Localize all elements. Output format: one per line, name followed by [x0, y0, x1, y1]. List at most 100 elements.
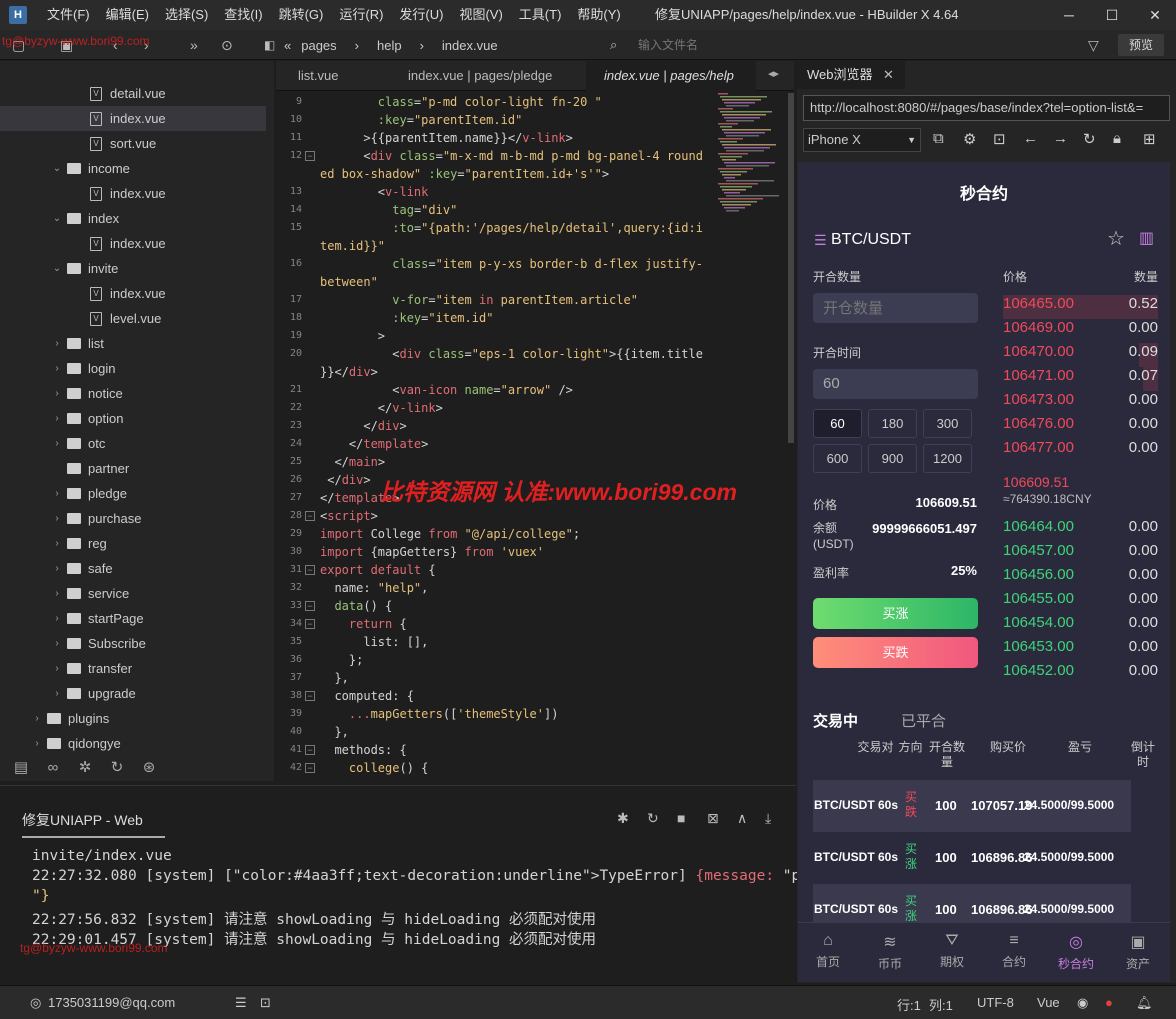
bell-icon[interactable]: 🔔︎ [1136, 995, 1153, 1011]
chevron-right-icon[interactable]: › [50, 388, 64, 399]
more-icon[interactable]: » [190, 37, 198, 53]
device-select[interactable]: iPhone X ▼ [803, 128, 921, 152]
clear-icon[interactable]: ⊠ [707, 810, 719, 827]
account-email[interactable]: 1735031199@qq.com [48, 995, 175, 1010]
menu-item[interactable]: 查找(I) [216, 0, 270, 30]
chevron-right-icon[interactable]: › [50, 663, 64, 674]
tab-help-index[interactable]: index.vue | pages/help [586, 61, 756, 91]
screenshot-icon[interactable]: ⧉ [933, 130, 944, 147]
tree-item[interactable]: › option [0, 406, 266, 431]
chevron-right-icon[interactable]: › [30, 713, 44, 724]
time-option-button[interactable]: 1200 [923, 444, 972, 473]
split-icon[interactable]: ◧ [264, 37, 275, 53]
minimize-icon[interactable]: ─ [1054, 0, 1084, 30]
plugin-icon[interactable]: ⊛ [138, 758, 160, 776]
time-option-button[interactable]: 300 [923, 409, 972, 438]
tree-item[interactable]: › otc [0, 431, 266, 456]
tree-item[interactable]: › login [0, 356, 266, 381]
url-input[interactable]: http://localhost:8080/#/pages/base/index… [803, 95, 1170, 121]
tree-item[interactable]: Vindex.vue [0, 106, 266, 131]
chevron-right-icon[interactable]: › [50, 413, 64, 424]
chevron-down-icon[interactable]: ⌄ [50, 163, 64, 174]
encoding[interactable]: UTF-8 [977, 995, 1014, 1010]
restart-icon[interactable]: ↻ [647, 810, 659, 827]
tree-item[interactable]: ⌄ index [0, 206, 266, 231]
close-tab-icon[interactable]: ✕ [883, 61, 894, 89]
fold-marker-icon[interactable]: − [305, 691, 315, 701]
buy-down-button[interactable]: 买跌 [813, 637, 978, 668]
fold-marker-icon[interactable]: − [305, 601, 315, 611]
tree-item[interactable]: Vdetail.vue [0, 81, 266, 106]
menu-item[interactable]: 运行(R) [331, 0, 391, 30]
maximize-icon[interactable]: ☐ [1097, 0, 1127, 30]
tree-item[interactable]: Vindex.vue [0, 231, 266, 256]
nav-forward-icon[interactable]: → [1053, 130, 1068, 147]
tree-item[interactable]: › safe [0, 556, 266, 581]
tab-closed[interactable]: 已平合 [901, 710, 946, 731]
settings-gear-icon[interactable]: ⚙ [963, 130, 976, 148]
tree-item[interactable]: › pledge [0, 481, 266, 506]
chevron-right-icon[interactable]: › [50, 638, 64, 649]
tree-item[interactable]: Vlevel.vue [0, 306, 266, 331]
grid-icon[interactable]: ⊞ [1143, 130, 1156, 148]
tree-item[interactable]: › purchase [0, 506, 266, 531]
menu-item[interactable]: 文件(F) [39, 0, 98, 30]
tab-trading[interactable]: 交易中 [813, 710, 858, 731]
tab-list-vue[interactable]: list.vue [276, 61, 360, 91]
chevron-right-icon[interactable]: › [50, 688, 64, 699]
fold-marker-icon[interactable]: − [305, 511, 315, 521]
menu-item[interactable]: 工具(T) [511, 0, 570, 30]
chevron-down-icon[interactable]: ⌄ [50, 263, 64, 274]
buy-up-button[interactable]: 买涨 [813, 598, 978, 629]
stop-icon[interactable]: ■ [677, 810, 685, 826]
terminal-icon[interactable]: ⊡ [260, 995, 271, 1011]
collapse-icon[interactable]: ∧ [737, 810, 747, 827]
trade-row[interactable]: BTC/USDT 60s 买涨 100 106896.86 24.5000/99.500… [813, 832, 1131, 884]
list-icon[interactable]: ☰ [235, 995, 247, 1011]
tabbar-item[interactable]: ≡ 合约 [984, 932, 1044, 970]
chevron-right-icon[interactable]: › [30, 738, 44, 749]
tree-item[interactable]: › service [0, 581, 266, 606]
devtools-icon[interactable]: ⊡ [993, 130, 1006, 148]
menu-toggle-icon[interactable]: ☰ [814, 232, 827, 249]
preview-button[interactable]: 预览 [1118, 34, 1164, 56]
chevron-right-icon[interactable]: › [50, 513, 64, 524]
tree-item[interactable]: Vsort.vue [0, 131, 266, 156]
tab-pledge-index[interactable]: index.vue | pages/pledge [386, 61, 574, 91]
error-icon[interactable]: ● [1105, 995, 1113, 1010]
chevron-right-icon[interactable]: › [50, 613, 64, 624]
chevron-right-icon[interactable]: › [50, 438, 64, 449]
explorer-icon[interactable]: ▤ [10, 758, 32, 776]
tabbar-item[interactable]: ≋ 币币 [860, 932, 920, 972]
menu-item[interactable]: 帮助(Y) [569, 0, 628, 30]
time-option-button[interactable]: 60 [813, 409, 862, 438]
bug-icon[interactable]: ✱ [617, 810, 629, 827]
menu-item[interactable]: 发行(U) [391, 0, 451, 30]
minimap[interactable] [718, 93, 788, 213]
open-qty-input[interactable] [813, 293, 978, 323]
tree-item[interactable]: › notice [0, 381, 266, 406]
tree-item[interactable]: › startPage [0, 606, 266, 631]
time-option-button[interactable]: 600 [813, 444, 862, 473]
tree-item[interactable]: ⌄ income [0, 156, 266, 181]
fold-marker-icon[interactable]: − [305, 763, 315, 773]
chevron-right-icon[interactable]: › [50, 538, 64, 549]
lock-icon[interactable]: 🔒︎ [1113, 130, 1121, 147]
tabbar-item[interactable]: ▣ 资产 [1108, 932, 1168, 972]
wrap-icon[interactable]: ⤓ [765, 810, 771, 827]
file-search-input[interactable] [610, 35, 1080, 55]
nav-back-icon[interactable]: ← [1023, 130, 1038, 147]
tree-item[interactable]: › Subscribe [0, 631, 266, 656]
chevron-down-icon[interactable]: ⌄ [50, 213, 64, 224]
tabbar-item[interactable]: ⛛ 期权 [922, 932, 982, 970]
fold-marker-icon[interactable]: − [305, 565, 315, 575]
breadcrumb-item[interactable]: index.vue [442, 38, 498, 53]
star-icon[interactable]: ☆ [1107, 226, 1125, 251]
chat-icon[interactable]: ◉ [1077, 995, 1088, 1011]
open-time-input[interactable]: 60 [813, 369, 978, 399]
fold-marker-icon[interactable]: − [305, 151, 315, 161]
debug-icon[interactable]: ✲ [74, 758, 96, 776]
filter-icon[interactable]: ▽ [1088, 37, 1099, 53]
chevron-right-icon[interactable]: › [50, 363, 64, 374]
menu-item[interactable]: 视图(V) [451, 0, 510, 30]
